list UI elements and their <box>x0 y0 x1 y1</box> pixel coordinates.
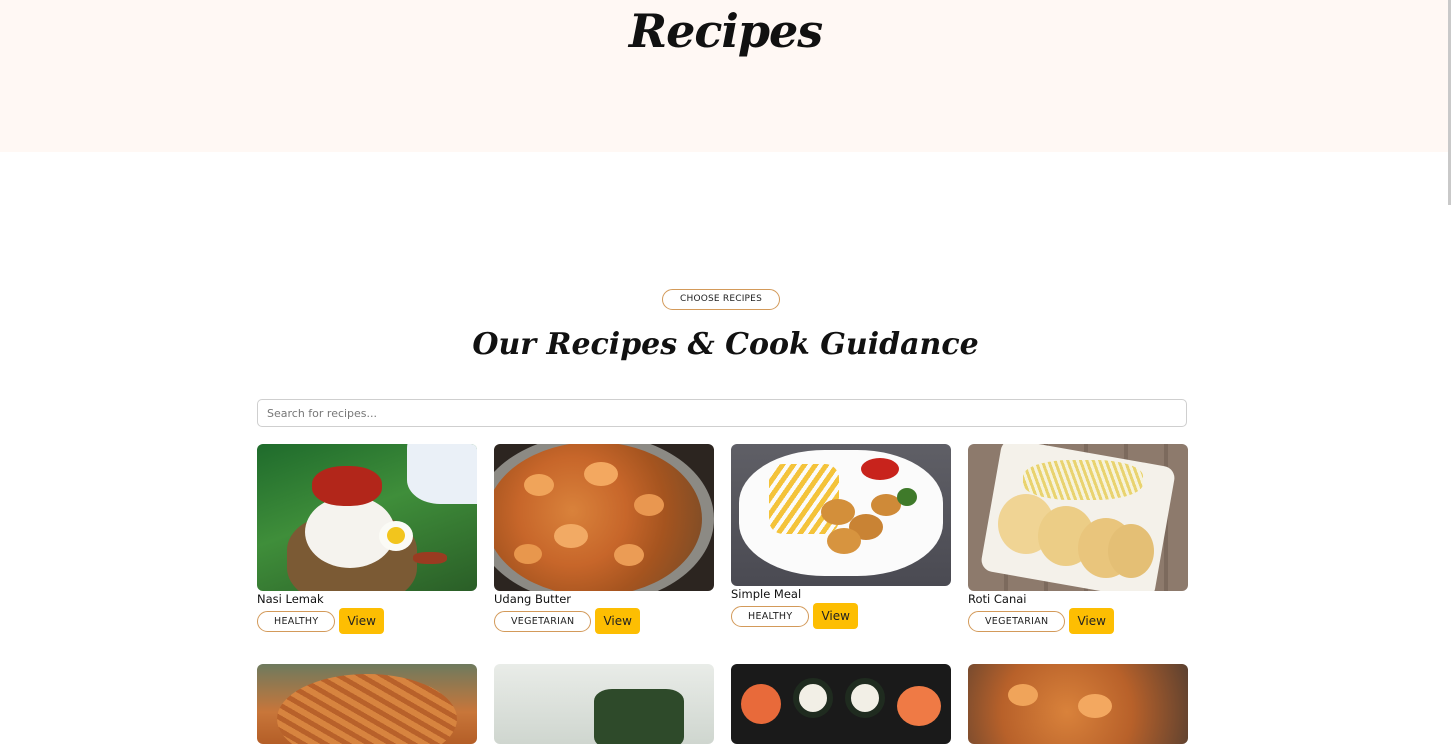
recipe-tag-badge: HEALTHY <box>731 605 810 627</box>
recipe-name: Nasi Lemak <box>257 592 324 606</box>
recipe-image[interactable] <box>968 664 1188 744</box>
recipe-tag-badge: VEGETARIAN <box>494 610 592 632</box>
page-title: Recipes <box>628 4 823 58</box>
recipe-card <box>968 664 1188 744</box>
section-eyebrow-badge: CHOOSE RECIPES <box>662 289 780 310</box>
recipe-card <box>494 664 714 744</box>
recipe-image[interactable] <box>257 444 477 591</box>
recipe-tag-badge: VEGETARIAN <box>968 610 1066 632</box>
recipe-name: Udang Butter <box>494 592 572 606</box>
view-recipe-button[interactable]: View <box>595 608 640 634</box>
recipe-name: Simple Meal <box>731 587 802 601</box>
view-recipe-button[interactable]: View <box>813 603 858 629</box>
search-input[interactable] <box>257 399 1187 427</box>
recipe-card: Roti Canai VEGETARIAN View <box>968 444 1188 634</box>
recipe-image[interactable] <box>968 444 1188 591</box>
recipe-image[interactable] <box>494 664 714 744</box>
view-recipe-button[interactable]: View <box>339 608 384 634</box>
recipe-card <box>257 664 477 744</box>
recipe-card: Nasi Lemak HEALTHY View <box>257 444 477 634</box>
recipe-image[interactable] <box>731 664 951 744</box>
recipe-image[interactable] <box>731 444 951 586</box>
recipe-name: Roti Canai <box>968 592 1027 606</box>
recipe-card: Simple Meal HEALTHY View <box>731 444 951 629</box>
recipe-image[interactable] <box>257 664 477 744</box>
section-title: Our Recipes & Cook Guidance <box>472 327 979 362</box>
hero-banner: Recipes <box>0 0 1451 152</box>
recipe-card <box>731 664 951 744</box>
recipe-tag-badge: HEALTHY <box>257 610 336 632</box>
view-recipe-button[interactable]: View <box>1069 608 1114 634</box>
recipe-card: Udang Butter VEGETARIAN View <box>494 444 714 634</box>
recipe-image[interactable] <box>494 444 714 591</box>
